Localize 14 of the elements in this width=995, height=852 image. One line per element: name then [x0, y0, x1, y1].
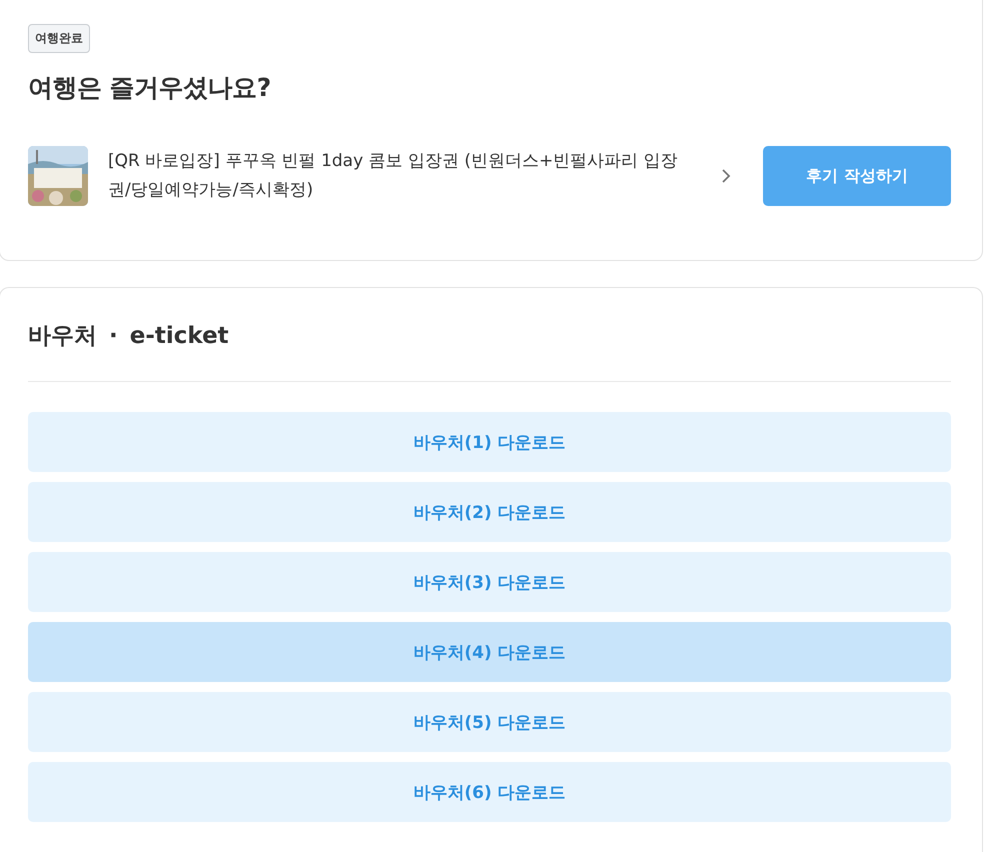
voucher-title: 바우처 [28, 322, 97, 351]
voucher-download-button[interactable]: 바우처(1) 다운로드 [28, 412, 951, 472]
voucher-download-button[interactable]: 바우처(5) 다운로드 [28, 692, 951, 752]
voucher-download-button[interactable]: 바우처(2) 다운로드 [28, 482, 951, 542]
review-button[interactable]: 후기 작성하기 [763, 146, 951, 206]
voucher-download-button[interactable]: 바우처(4) 다운로드 [28, 622, 951, 682]
status-badge: 여행완료 [28, 24, 90, 53]
eticket-title: e-ticket [130, 322, 229, 348]
voucher-download-button[interactable]: 바우처(6) 다운로드 [28, 762, 951, 822]
voucher-download-button[interactable]: 바우처(3) 다운로드 [28, 552, 951, 612]
heading: 여행은 즐거우셨나요? [28, 72, 272, 104]
separator-dot: · [109, 322, 118, 348]
chevron-right-icon[interactable] [721, 168, 731, 184]
product-title[interactable]: [QR 바로입장] 푸꾸옥 빈펄 1day 콤보 입장권 (빈원더스+빈펄사파리 입장권/당일예약가능/즉시확정) [108, 147, 693, 205]
